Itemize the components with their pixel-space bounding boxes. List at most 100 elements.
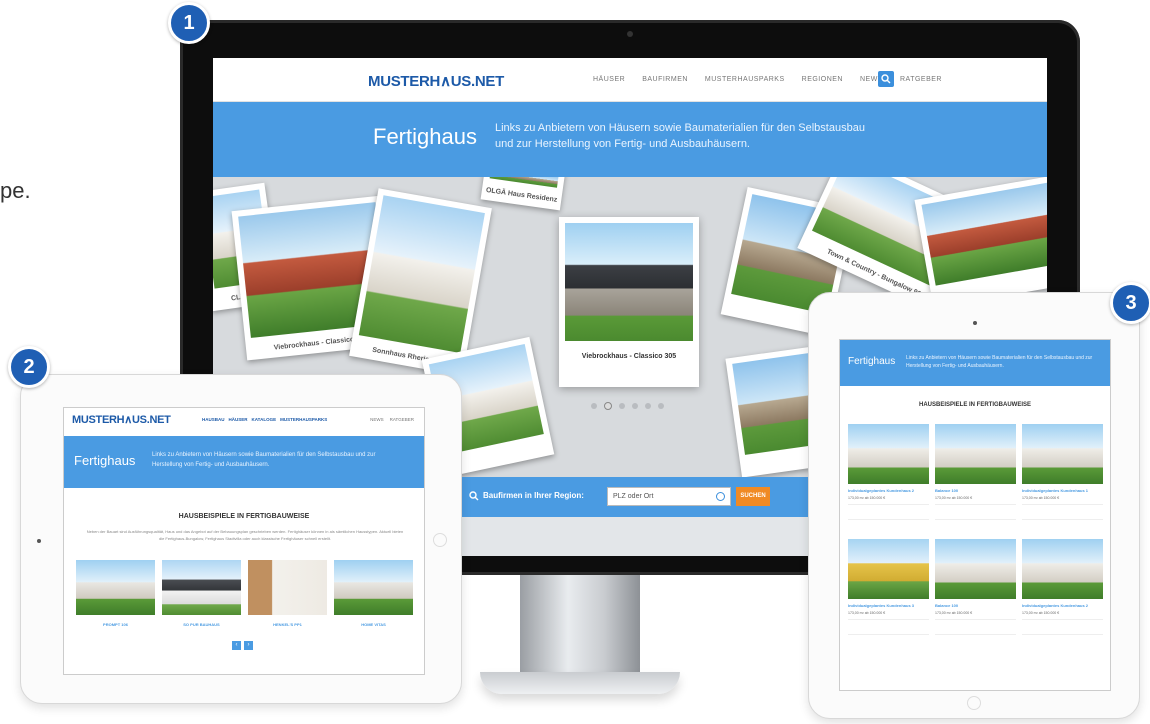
menu-item-musterhausparks[interactable]: MUSTERHAUSPARKS: [280, 417, 327, 422]
tablet-menu: HAUSBAU HÄUSER KATALOGE MUSTERHAUSPARKS: [202, 417, 327, 422]
next-button[interactable]: ›: [244, 641, 253, 650]
carousel-dot[interactable]: [658, 403, 664, 409]
collage-photo-caption: OLGÄ Haus Residenz: [485, 186, 558, 204]
menu-item-hausbau[interactable]: HAUSBAU: [202, 417, 225, 422]
house-card[interactable]: Individualgeplantes Kundenhaus 1 173,00 m…: [1022, 424, 1103, 527]
menu-item-baufirmen[interactable]: BAUFIRMEN: [642, 76, 688, 83]
house-card-title: SO PUR BAUHAUS: [183, 622, 220, 627]
monitor-stand: [520, 575, 640, 680]
house-card[interactable]: PROMPT 106: [76, 560, 155, 627]
menu-item-ratgeber[interactable]: RATGEBER: [390, 417, 414, 422]
house-card[interactable]: Balance 100 173,00 m² ab 150.000 €: [935, 424, 1016, 527]
house-card-meta: [935, 504, 1016, 520]
region-search-label: Baufirmen in Ihrer Region:: [483, 491, 584, 500]
carousel-dot-active[interactable]: [604, 402, 612, 410]
house-card-title: Individualgeplantes Kundenhaus 2: [1022, 603, 1089, 608]
house-card-meta: [1022, 504, 1103, 520]
house-card-footer: [848, 523, 929, 527]
locate-icon[interactable]: [716, 492, 725, 501]
menu-item-regionen[interactable]: REGIONEN: [802, 76, 843, 83]
featured-house-caption: Viebrockhaus - Classico 305: [581, 353, 677, 360]
house-card-meta: [1022, 619, 1103, 635]
desktop-navbar: MUSTERH∧US.NET HÄUSER BAUFIRMEN MUSTERHA…: [213, 58, 1047, 102]
house-card-footer: [848, 638, 929, 642]
suchen-button[interactable]: SUCHEN: [736, 487, 770, 506]
house-card-footer: [935, 523, 1016, 527]
featured-house-card[interactable]: Viebrockhaus - Classico 305: [559, 217, 699, 387]
tablet-landscape-screen: MUSTERH∧US.NET HAUSBAU HÄUSER KATALOGE M…: [63, 407, 425, 675]
house-card-footer: [1022, 523, 1103, 527]
house-card-title: Balance 100: [935, 603, 959, 608]
edge-text: pe.: [0, 178, 31, 203]
tablet-portrait-screen: Fertighaus Links zu Anbietern von Häuser…: [839, 339, 1111, 691]
house-card[interactable]: HOME VITAS: [334, 560, 413, 627]
section-paragraph: Neben der Bauart sind Ausführungsqualitä…: [86, 529, 404, 541]
house-grid: PROMPT 106 SO PUR BAUHAUS HENKEL'S PP1 H…: [76, 560, 413, 627]
house-card-price: 173,00 m² ab 150.000 €: [1022, 496, 1060, 500]
section-heading: HAUSBEISPIELE IN FERTIGBAUWEISE: [178, 513, 310, 520]
banner-title: Fertighaus: [373, 124, 477, 149]
banner-title: Fertighaus: [74, 453, 136, 468]
badge-desktop: 1: [168, 2, 210, 44]
house-card-title: Individualgeplantes Kundenhaus 2: [848, 488, 915, 493]
house-card[interactable]: Individualgeplantes Kundenhaus 2 173,00 m…: [848, 424, 929, 527]
search-icon: [469, 491, 479, 501]
home-button: [967, 696, 981, 710]
carousel-dot[interactable]: [591, 403, 597, 409]
house-card[interactable]: SO PUR BAUHAUS: [162, 560, 241, 627]
house-card-meta: [848, 504, 929, 520]
house-card-title: HENKEL'S PP1: [273, 622, 302, 627]
house-card-title: PROMPT 106: [103, 622, 128, 627]
menu-item-kataloge[interactable]: KATALOGE: [252, 417, 277, 422]
badge-tablet-portrait: 3: [1110, 282, 1150, 324]
collage-photo[interactable]: [914, 177, 1047, 309]
house-image: [76, 560, 155, 615]
house-card-title: Balance 100: [935, 488, 959, 493]
house-card[interactable]: Individualgeplantes Kundenhaus 2 173,00 m…: [1022, 539, 1103, 642]
search-icon: [881, 74, 891, 84]
search-button[interactable]: [878, 71, 894, 87]
section-heading: HAUSBEISPIELE IN FERTIGBAUWEISE: [918, 402, 1031, 408]
region-search-placeholder: PLZ oder Ort: [613, 493, 654, 500]
house-card-title: Individualgeplantes Kundenhaus 1: [1022, 488, 1089, 493]
house-image: [935, 424, 1016, 484]
banner-description: Links zu Anbietern von Häusern sowie Bau…: [495, 122, 865, 150]
region-search-input[interactable]: PLZ oder Ort: [607, 487, 731, 506]
camera-dot: [37, 539, 41, 543]
carousel-dot[interactable]: [619, 403, 625, 409]
house-image: [334, 560, 413, 615]
tablet-logo[interactable]: MUSTERH∧US.NET: [72, 413, 171, 426]
badge-tablet-landscape: 2: [8, 346, 50, 388]
house-card[interactable]: Balance 100 173,00 m² ab 150.000 €: [935, 539, 1016, 642]
carousel-dot[interactable]: [645, 403, 651, 409]
house-image: [1022, 539, 1103, 599]
house-card-footer: [1022, 638, 1103, 642]
tablet-landscape-frame: MUSTERH∧US.NET HAUSBAU HÄUSER KATALOGE M…: [20, 374, 462, 704]
collage-photo[interactable]: OLGÄ Haus Residenz: [480, 177, 566, 211]
house-image: [565, 223, 693, 341]
house-card[interactable]: Individualgeplantes Kundenhaus 3 173,00 m…: [848, 539, 929, 642]
menu-item-musterhausparks[interactable]: MUSTERHAUSPARKS: [705, 76, 785, 83]
tablet-navbar: MUSTERH∧US.NET HAUSBAU HÄUSER KATALOGE M…: [64, 408, 424, 430]
menu-item-news[interactable]: NEWS: [370, 417, 384, 422]
carousel-dot[interactable]: [632, 403, 638, 409]
house-card-title: Individualgeplantes Kundenhaus 3: [848, 603, 915, 608]
house-grid: Individualgeplantes Kundenhaus 2 173,00 m…: [848, 424, 1103, 642]
menu-item-haeuser[interactable]: HÄUSER: [593, 76, 625, 83]
menu-item-haeuser[interactable]: HÄUSER: [229, 417, 248, 422]
house-image: [248, 560, 327, 615]
tablet-banner: Fertighaus Links zu Anbietern von Häuser…: [64, 436, 424, 488]
desktop-logo[interactable]: MUSTERH∧US.NET: [368, 72, 504, 90]
banner-description: Links zu Anbietern von Häusern sowie Bau…: [152, 452, 376, 468]
house-card[interactable]: HENKEL'S PP1: [248, 560, 327, 627]
house-card-price: 173,00 m² ab 150.000 €: [935, 611, 973, 615]
pager: ‹ ›: [232, 641, 253, 650]
tablet-portrait-banner: Fertighaus Links zu Anbietern von Häuser…: [840, 340, 1110, 386]
house-image: [848, 424, 929, 484]
prev-button[interactable]: ‹: [232, 641, 241, 650]
camera-dot: [627, 31, 633, 37]
menu-item-ratgeber[interactable]: RATGEBER: [900, 76, 942, 83]
monitor-base: [480, 672, 680, 694]
house-card-price: 173,00 m² ab 150.000 €: [848, 496, 886, 500]
house-card-price: 173,00 m² ab 150.000 €: [1022, 611, 1060, 615]
